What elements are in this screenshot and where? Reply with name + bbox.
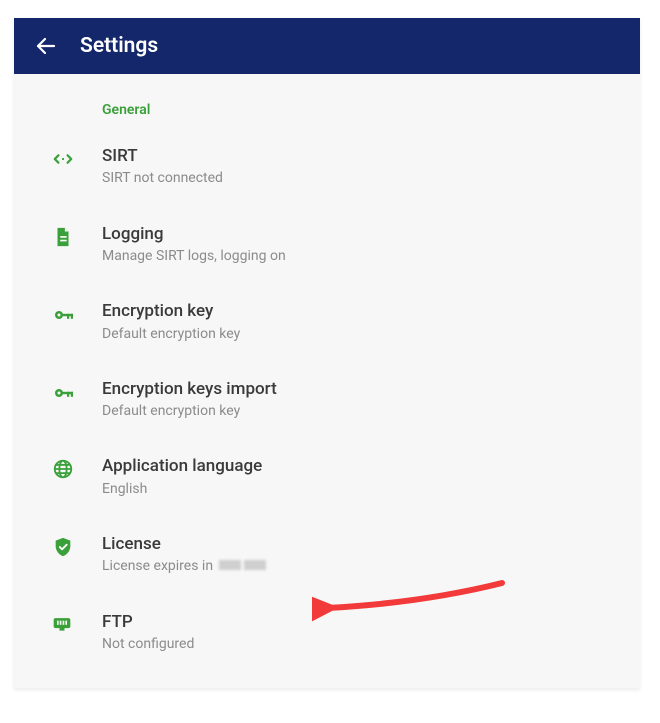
item-texts: FTP Not configured [102, 612, 620, 654]
license-expiry-redacted [219, 557, 269, 575]
settings-item-encryption-keys-import[interactable]: Encryption keys import Default encryptio… [14, 361, 640, 439]
item-title: License [102, 534, 620, 554]
item-subtitle: Default encryption key [102, 325, 620, 343]
page-title: Settings [80, 34, 158, 58]
key-icon [52, 301, 102, 327]
item-texts: SIRT SIRT not connected [102, 146, 620, 188]
settings-item-ftp[interactable]: FTP Not configured [14, 594, 640, 672]
settings-card: Settings General SIRT SIRT not connected [14, 18, 640, 688]
key-icon [52, 379, 102, 405]
globe-icon [52, 456, 102, 480]
ethernet-icon [52, 612, 102, 634]
item-subtitle: Not configured [102, 635, 620, 653]
settings-item-license[interactable]: License License expires in [14, 516, 640, 594]
item-title: Encryption keys import [102, 379, 620, 399]
shield-check-icon [52, 534, 102, 558]
item-title: SIRT [102, 146, 620, 166]
settings-item-app-language[interactable]: Application language English [14, 438, 640, 516]
settings-item-logging[interactable]: Logging Manage SIRT logs, logging on [14, 206, 640, 284]
item-subtitle: SIRT not connected [102, 169, 620, 187]
item-texts: Application language English [102, 456, 620, 498]
item-texts: Encryption keys import Default encryptio… [102, 379, 620, 421]
arrow-left-icon [34, 34, 58, 58]
item-title: Logging [102, 224, 620, 244]
toolbar: Settings [14, 18, 640, 74]
item-title: Encryption key [102, 301, 620, 321]
item-texts: Encryption key Default encryption key [102, 301, 620, 343]
data-transfer-icon [52, 146, 102, 170]
settings-item-encryption-key[interactable]: Encryption key Default encryption key [14, 283, 640, 361]
settings-section: General SIRT SIRT not connected [14, 74, 640, 671]
item-subtitle: Default encryption key [102, 402, 620, 420]
back-button[interactable] [26, 26, 66, 66]
item-subtitle: Manage SIRT logs, logging on [102, 247, 620, 265]
item-subtitle: License expires in [102, 557, 620, 575]
item-subtitle: English [102, 480, 620, 498]
item-title: Application language [102, 456, 620, 476]
license-sub-text: License expires in [102, 558, 217, 574]
item-texts: Logging Manage SIRT logs, logging on [102, 224, 620, 266]
document-icon [52, 224, 102, 248]
item-texts: License License expires in [102, 534, 620, 576]
section-header-general: General [14, 102, 640, 128]
item-title: FTP [102, 612, 620, 632]
settings-item-sirt[interactable]: SIRT SIRT not connected [14, 128, 640, 206]
